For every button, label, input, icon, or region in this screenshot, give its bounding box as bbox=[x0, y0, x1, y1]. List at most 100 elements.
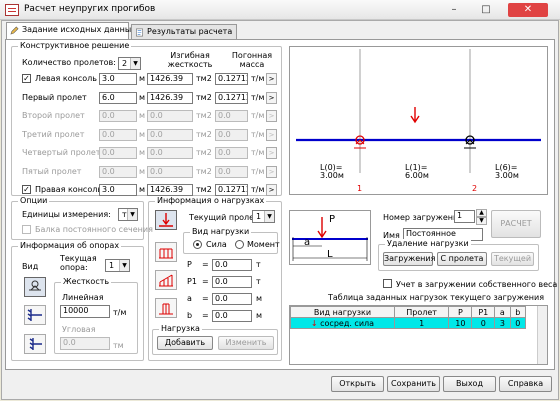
mass-input[interactable]: 0.127125 bbox=[215, 184, 248, 196]
case-number-input[interactable]: 1 bbox=[454, 210, 475, 223]
remove-case-button[interactable]: Загружения bbox=[383, 252, 435, 266]
open-button[interactable]: Открыть bbox=[331, 376, 384, 392]
table-cell-text: сосред. сила bbox=[320, 318, 375, 328]
current-support-label: Текущая опора: bbox=[60, 254, 97, 272]
length-unit: м bbox=[139, 167, 146, 176]
table-column-header[interactable]: b bbox=[509, 306, 527, 318]
current-span-select[interactable]: 1 ▼ bbox=[252, 210, 275, 223]
stiffness-input[interactable]: 0.0 bbox=[147, 110, 193, 122]
row-checkbox[interactable]: ✓ bbox=[22, 185, 31, 194]
maximize-button[interactable]: □ bbox=[474, 3, 498, 17]
linear-stiffness-input[interactable]: 10000 bbox=[60, 305, 110, 318]
tab-input-data[interactable]: Задание исходных данных bbox=[6, 22, 136, 40]
save-button[interactable]: Сохранить bbox=[387, 376, 440, 392]
length-input[interactable]: 0.0 bbox=[99, 110, 137, 122]
calculate-button[interactable]: РАСЧЕТ bbox=[491, 210, 541, 238]
mass-unit: т/м bbox=[251, 130, 265, 139]
remove-span-button[interactable]: С пролета bbox=[437, 252, 487, 266]
length-unit: м bbox=[139, 74, 146, 83]
row-detail-button[interactable]: > bbox=[266, 147, 277, 159]
stiffness-input[interactable]: 1426.39 bbox=[147, 73, 193, 85]
point-load-button[interactable] bbox=[155, 210, 177, 230]
length-input[interactable]: 0.0 bbox=[99, 147, 137, 159]
selfweight-checkbox[interactable] bbox=[383, 279, 392, 288]
distributed-load-button[interactable] bbox=[155, 242, 177, 262]
hinged-support-button[interactable] bbox=[24, 334, 46, 354]
row-detail-button[interactable]: > bbox=[266, 110, 277, 122]
table-cell[interactable]: 0 bbox=[471, 317, 496, 329]
stiffness-legend: Жесткость bbox=[61, 277, 112, 286]
help-button[interactable]: Справка bbox=[499, 376, 552, 392]
const-section-checkbox[interactable] bbox=[22, 225, 31, 234]
table-column-header[interactable]: Вид нагрузки bbox=[290, 306, 395, 318]
add-load-button[interactable]: Добавить bbox=[157, 336, 213, 350]
moment-radio[interactable] bbox=[235, 240, 244, 249]
mass-input[interactable]: 0.0 bbox=[215, 166, 248, 178]
point-load-icon: ↓ bbox=[310, 318, 321, 328]
minimize-button[interactable]: – bbox=[442, 3, 466, 17]
table-row[interactable]: ↓ сосред. сила 1 10 0 3 0 bbox=[290, 317, 527, 329]
mass-input[interactable]: 0.0 bbox=[215, 147, 248, 159]
table-column-header[interactable]: Пролет bbox=[393, 306, 450, 318]
stiffness-input[interactable]: 0.0 bbox=[147, 129, 193, 141]
exit-button[interactable]: Выход bbox=[443, 376, 496, 392]
row-detail-button[interactable]: > bbox=[266, 92, 277, 104]
stiffness-unit: тм2 bbox=[196, 130, 212, 139]
remove-current-button[interactable]: Текущей bbox=[491, 252, 534, 266]
supports-legend: Информация об опорах bbox=[18, 241, 122, 250]
row-label: Правая консоль bbox=[35, 185, 103, 194]
row-detail-button[interactable]: > bbox=[266, 184, 277, 196]
angular-stiffness-input[interactable]: 0.0 bbox=[60, 337, 110, 350]
mass-input[interactable]: 0.127125 bbox=[215, 73, 248, 85]
row-detail-button[interactable]: > bbox=[266, 129, 277, 141]
span-label-1: L(1)= 6.00м bbox=[405, 163, 429, 180]
table-column-header[interactable]: P bbox=[448, 306, 473, 318]
force-radio[interactable] bbox=[193, 240, 202, 249]
current-support-select[interactable]: 1 ▼ bbox=[105, 259, 130, 272]
mass-input[interactable]: 0.127125 bbox=[215, 92, 248, 104]
length-input[interactable]: 0.0 bbox=[99, 166, 137, 178]
table-column-header[interactable]: P1 bbox=[471, 306, 496, 318]
units-select[interactable]: т ▼ bbox=[118, 208, 138, 221]
table-cell[interactable]: 10 bbox=[448, 317, 473, 329]
mass-input[interactable]: 0.0 bbox=[215, 110, 248, 122]
partial-load-button[interactable] bbox=[155, 298, 177, 318]
row-checkbox[interactable]: ✓ bbox=[22, 74, 31, 83]
table-scrollbar[interactable] bbox=[537, 306, 547, 364]
mass-input[interactable]: 0.0 bbox=[215, 129, 248, 141]
fixed-support-button[interactable] bbox=[24, 305, 46, 325]
trapezoid-load-button[interactable] bbox=[155, 270, 177, 290]
pin-support-button[interactable] bbox=[24, 277, 46, 297]
row-detail-button[interactable]: > bbox=[266, 166, 277, 178]
close-button[interactable]: ✕ bbox=[508, 3, 548, 17]
table-column-header[interactable]: a bbox=[494, 306, 511, 318]
load-field-input[interactable]: 0.0 bbox=[212, 276, 252, 288]
stiffness-unit: тм2 bbox=[196, 185, 212, 194]
stiffness-input[interactable]: 0.0 bbox=[147, 147, 193, 159]
length-input[interactable]: 3.0 bbox=[99, 184, 137, 196]
load-field-unit: м bbox=[256, 294, 263, 303]
case-down-icon[interactable]: ▼ bbox=[476, 217, 487, 225]
load-field-input[interactable]: 0.0 bbox=[212, 293, 252, 305]
tab-label: Задание исходных данных bbox=[22, 25, 136, 34]
stiffness-input[interactable]: 1426.39 bbox=[147, 92, 193, 104]
stiffness-input[interactable]: 0.0 bbox=[147, 166, 193, 178]
length-input[interactable]: 3.0 bbox=[99, 73, 137, 85]
length-unit: м bbox=[139, 148, 146, 157]
tab-results[interactable]: Результаты расчета bbox=[131, 24, 237, 39]
change-load-button[interactable]: Изменить bbox=[218, 336, 274, 350]
table-cell[interactable]: ↓ сосред. сила bbox=[290, 317, 395, 329]
length-input[interactable]: 0.0 bbox=[99, 129, 137, 141]
row-label: Левая консоль bbox=[35, 74, 97, 83]
stiffness-input[interactable]: 1426.39 bbox=[147, 184, 193, 196]
table-cell[interactable]: 3 bbox=[494, 317, 511, 329]
spans-select[interactable]: 2 ▼ bbox=[118, 57, 141, 70]
table-cell[interactable]: 0 bbox=[509, 317, 527, 329]
case-up-icon[interactable]: ▲ bbox=[476, 209, 487, 217]
load-field-input[interactable]: 0.0 bbox=[212, 310, 252, 322]
chevron-down-icon: ▼ bbox=[130, 58, 140, 69]
load-field-input[interactable]: 0.0 bbox=[212, 259, 252, 271]
row-detail-button[interactable]: > bbox=[266, 73, 277, 85]
table-cell[interactable]: 1 bbox=[393, 317, 450, 329]
length-input[interactable]: 6.0 bbox=[99, 92, 137, 104]
